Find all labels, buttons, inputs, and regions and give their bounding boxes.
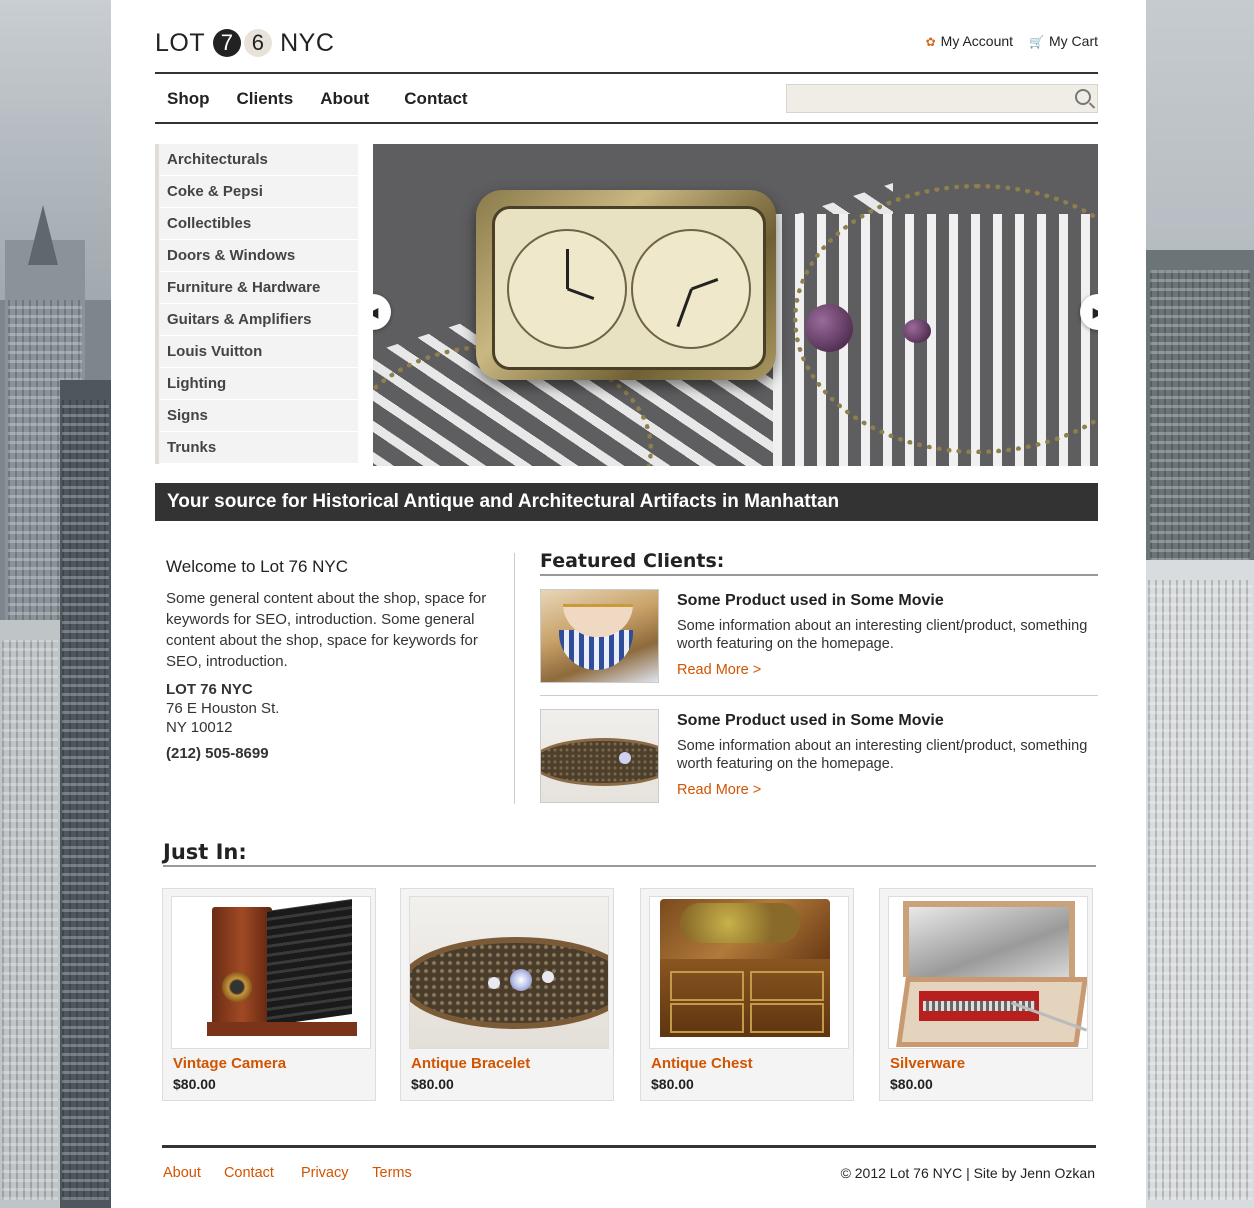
bead-decoration	[805, 304, 853, 352]
featured-item-title: Some Product used in Some Movie	[677, 712, 944, 729]
logo-text-lot: LOT	[155, 28, 206, 57]
hero-slider[interactable]: ◀ ▶	[373, 144, 1098, 466]
category-item[interactable]: Guitars & Amplifiers	[159, 304, 358, 336]
site-logo[interactable]: LOT 7 6 NYC	[155, 28, 334, 58]
cart-icon: 🛒	[1029, 35, 1044, 49]
footer-link-privacy[interactable]: Privacy	[301, 1165, 349, 1181]
product-image-chest[interactable]	[649, 896, 849, 1049]
category-item[interactable]: Trunks	[159, 432, 358, 464]
category-item[interactable]: Lighting	[159, 368, 358, 400]
main-nav: Shop Clients About Contact	[167, 89, 495, 109]
featured-item-desc: Some information about an interesting cl…	[677, 738, 1088, 772]
category-item[interactable]: Signs	[159, 400, 358, 432]
logo-text-nyc: NYC	[280, 28, 335, 57]
column-divider	[514, 553, 515, 804]
logo-digit-six: 6	[244, 29, 273, 57]
read-more-link[interactable]: Read More >	[677, 661, 1097, 679]
product-card[interactable]: Antique Chest $80.00	[640, 888, 854, 1101]
category-item[interactable]: Louis Vuitton	[159, 336, 358, 368]
just-in-heading: Just In:	[163, 840, 1096, 867]
nav-clients[interactable]: Clients	[237, 89, 294, 109]
product-image-camera[interactable]	[171, 896, 371, 1049]
page-container: LOT 7 6 NYC ✿ My Account 🛒 My Cart Shop Cl…	[111, 0, 1146, 1208]
category-item[interactable]: Architecturals	[159, 144, 358, 176]
product-price: $80.00	[651, 1076, 694, 1092]
featured-divider	[540, 695, 1098, 696]
footer-links: About Contact Privacy Terms	[163, 1165, 431, 1181]
nav-contact[interactable]: Contact	[404, 89, 467, 109]
featured-clients-heading: Featured Clients:	[540, 550, 1098, 576]
phone-number: (212) 505-8699	[166, 745, 269, 762]
category-sidebar: Architecturals Coke & Pepsi Collectibles…	[155, 144, 358, 464]
featured-text: Some Product used in Some Movie Some inf…	[677, 712, 1097, 799]
search-input[interactable]	[786, 84, 1098, 113]
my-cart-label: My Cart	[1049, 33, 1098, 49]
product-image-silverware[interactable]	[888, 896, 1088, 1049]
city-address: NY 10012	[166, 719, 233, 736]
tagline-banner: Your source for Historical Antique and A…	[155, 483, 1098, 521]
featured-item-title: Some Product used in Some Movie	[677, 592, 944, 609]
bead-decoration	[903, 319, 931, 343]
featured-thumbnail-bracelet[interactable]	[540, 709, 659, 803]
copyright-text: © 2012 Lot 76 NYC | Site by Jenn Ozkan	[840, 1165, 1095, 1181]
address-block: LOT 76 NYC 76 E Houston St. NY 10012 (21…	[166, 680, 496, 763]
welcome-body: Some general content about the shop, spa…	[166, 590, 487, 670]
category-item[interactable]: Furniture & Hardware	[159, 272, 358, 304]
nav-shop[interactable]: Shop	[167, 89, 210, 109]
product-name[interactable]: Antique Chest	[651, 1055, 753, 1072]
my-account-link[interactable]: ✿ My Account	[926, 33, 1013, 49]
business-name: LOT 76 NYC	[166, 681, 253, 698]
nav-about[interactable]: About	[320, 89, 369, 109]
footer-divider	[162, 1145, 1096, 1148]
footer-link-terms[interactable]: Terms	[372, 1165, 411, 1181]
footer-link-about[interactable]: About	[163, 1165, 201, 1181]
product-card[interactable]: Antique Bracelet $80.00	[400, 888, 614, 1101]
product-price: $80.00	[411, 1076, 454, 1092]
slider-prev-arrow[interactable]: ◀	[373, 294, 391, 330]
gear-icon: ✿	[925, 35, 936, 49]
my-cart-link[interactable]: 🛒 My Cart	[1029, 33, 1098, 49]
read-more-link[interactable]: Read More >	[677, 781, 1097, 799]
product-name[interactable]: Antique Bracelet	[411, 1055, 530, 1072]
featured-thumbnail-teacups[interactable]	[540, 589, 659, 683]
category-item[interactable]: Doors & Windows	[159, 240, 358, 272]
background-city-right	[1146, 0, 1254, 1208]
pocket-watch-image	[476, 190, 776, 380]
product-image-bracelet[interactable]	[409, 896, 609, 1049]
product-name[interactable]: Silverware	[890, 1055, 965, 1072]
street-address: 76 E Houston St.	[166, 700, 280, 717]
nav-divider	[155, 122, 1098, 124]
my-account-label: My Account	[940, 33, 1014, 49]
background-city-left	[0, 0, 111, 1208]
welcome-section: Welcome to Lot 76 NYC Some general conte…	[166, 556, 496, 763]
footer-link-contact[interactable]: Contact	[224, 1165, 274, 1181]
product-card[interactable]: Silverware $80.00	[879, 888, 1093, 1101]
account-links: ✿ My Account 🛒 My Cart	[926, 33, 1098, 49]
search-icon[interactable]	[1075, 89, 1091, 105]
category-item[interactable]: Collectibles	[159, 208, 358, 240]
logo-digit-seven: 7	[213, 29, 242, 57]
featured-item-desc: Some information about an interesting cl…	[677, 618, 1088, 652]
header-divider	[155, 72, 1098, 74]
featured-text: Some Product used in Some Movie Some inf…	[677, 592, 1097, 679]
product-price: $80.00	[890, 1076, 933, 1092]
product-card[interactable]: Vintage Camera $80.00	[162, 888, 376, 1101]
category-item[interactable]: Coke & Pepsi	[159, 176, 358, 208]
welcome-title: Welcome to Lot 76 NYC	[166, 557, 349, 576]
product-name[interactable]: Vintage Camera	[173, 1055, 286, 1072]
product-price: $80.00	[173, 1076, 216, 1092]
